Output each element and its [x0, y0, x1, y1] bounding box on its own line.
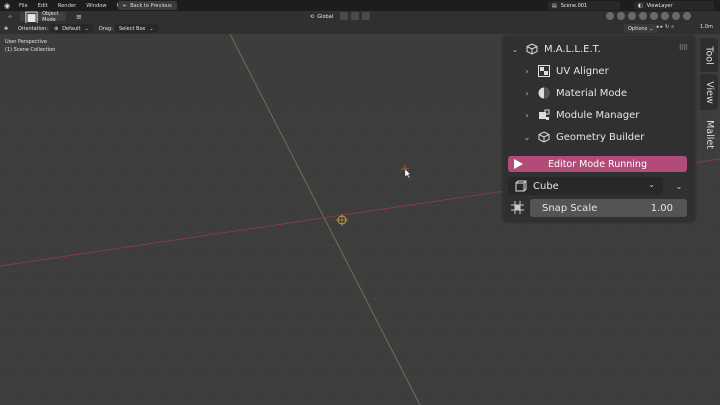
render-shading-icon[interactable] [683, 12, 691, 20]
zoom-icon[interactable]: ⌕ [671, 24, 674, 30]
module-icon [537, 109, 550, 122]
drag-label: Drag: [99, 25, 113, 32]
checker-icon [537, 65, 550, 78]
module-manager-label: Module Manager [556, 109, 640, 121]
visibility-icon[interactable] [606, 12, 614, 20]
geometry-type-value: Cube [533, 180, 559, 192]
blender-logo-icon[interactable]: ◉ [0, 2, 14, 10]
viewport-editor-icon: ⊹ [8, 13, 13, 20]
scene-selector[interactable]: ▤ Scene.001 [548, 1, 620, 10]
orientation-icon: ⟲ [310, 13, 315, 20]
options-dropdown[interactable]: Options ⌄ [624, 24, 658, 33]
chevron-down-icon: ⌄ [149, 25, 154, 32]
perspective-label: User Perspective [5, 39, 47, 45]
hamburger-icon: ≡ [76, 12, 82, 21]
drag-handle-icon[interactable]: ⠿⠿ [679, 44, 688, 52]
back-to-previous-label: Back to Previous [130, 2, 172, 9]
material-sphere-icon [537, 87, 550, 100]
chevron-down-icon: ⌄ [511, 44, 519, 54]
uv-aligner-subpanel[interactable]: › UV Aligner [503, 61, 695, 81]
drag-dropdown[interactable]: Select Box ⌄ [115, 24, 158, 33]
back-arrow-icon: ⇤ [123, 2, 128, 9]
refresh-icon[interactable]: ↻ [665, 24, 669, 30]
play-icon [514, 159, 523, 169]
mallet-panel-title: M.A.L.L.E.T. [544, 43, 601, 55]
geometry-type-dropdown[interactable]: Cube ⌄ [508, 177, 663, 195]
tab-mallet[interactable]: Mallet [700, 112, 718, 156]
editor-type-button[interactable]: ⊹ [4, 12, 16, 21]
chevron-down-icon: ⌄ [523, 132, 531, 142]
snap-scale-label: Snap Scale [542, 202, 598, 214]
prev-icon[interactable]: ◂ [656, 24, 659, 30]
snapping-tools [340, 12, 370, 20]
snap-scale-field[interactable]: Snap Scale 1.00 [530, 199, 687, 217]
snap-scale-value: 1.00 [650, 202, 673, 214]
material-shading-icon[interactable] [672, 12, 680, 20]
object-mode-label: Object Mode [42, 10, 59, 23]
geometry-expand-button[interactable]: ⌄ [671, 177, 687, 195]
orientation-setting-dropdown[interactable]: ⊕ Default ⌄ [50, 24, 93, 33]
orientation-default-value: Default [62, 25, 81, 32]
chevron-right-icon: › [525, 110, 529, 120]
proportional-edit-icon[interactable] [362, 12, 370, 20]
chevron-right-icon: › [525, 66, 529, 76]
options-label: Options [628, 25, 648, 32]
tool-settings-bar: ✥ Orientation: ⊕ Default ⌄ Drag: Select … [0, 23, 720, 34]
zoom-level: 1.0m [700, 24, 713, 30]
next-icon[interactable]: ▸ [661, 24, 664, 30]
back-to-previous-button[interactable]: ⇤ Back to Previous [118, 1, 177, 10]
chevron-right-icon: › [525, 88, 529, 98]
menu-render[interactable]: Render [53, 3, 81, 9]
chevron-down-icon: ⌄ [648, 180, 655, 189]
wireframe-shading-icon[interactable] [650, 12, 658, 20]
orientation-setting-label: Orientation: [18, 25, 48, 32]
object-mode-dropdown[interactable]: ▣ Object Mode [20, 7, 66, 26]
tab-mallet-label: Mallet [703, 119, 715, 149]
shading-mode-buttons [606, 12, 691, 20]
view-layer-name: ViewLayer [646, 2, 673, 9]
geometry-builder-label: Geometry Builder [556, 131, 645, 143]
view-layer-selector[interactable]: ◧ ViewLayer [634, 1, 714, 10]
menu-hamburger-button[interactable]: ≡ [72, 12, 86, 21]
editor-mode-running-button[interactable]: Editor Mode Running [508, 156, 687, 172]
transform-tool-icon[interactable]: ✥ [4, 24, 8, 33]
overlay-icon[interactable] [628, 12, 636, 20]
chevron-down-icon: ⌄ [84, 25, 89, 32]
tab-tool[interactable]: Tool [700, 38, 718, 72]
mallet-panel-header[interactable]: ⌄ M.A.L.L.E.T. [503, 40, 695, 58]
drag-value: Select Box [119, 25, 146, 32]
navigation-controls: ◂ ▸ ↻ ⌕ [656, 24, 674, 30]
xray-icon[interactable] [639, 12, 647, 20]
snap-icon[interactable] [351, 12, 359, 20]
pivot-icon[interactable] [340, 12, 348, 20]
snap-grid-icon [511, 201, 524, 214]
tab-tool-label: Tool [703, 45, 715, 65]
geometry-builder-subpanel[interactable]: ⌄ Geometry Builder [503, 127, 695, 147]
tab-view[interactable]: View [700, 74, 718, 110]
editor-mode-running-label: Editor Mode Running [548, 158, 647, 170]
scene-icon: ▤ [552, 2, 557, 9]
view-layer-icon: ◧ [638, 2, 643, 9]
cube-mesh-icon [537, 131, 550, 144]
tab-view-label: View [703, 80, 715, 104]
menu-window[interactable]: Window [81, 3, 111, 9]
orientation-default-icon: ⊕ [54, 25, 59, 32]
transform-orientation-dropdown[interactable]: ⟲ Global [306, 12, 337, 21]
cube-outline-icon [514, 180, 527, 193]
cube-outline-icon [525, 43, 538, 56]
uv-aligner-label: UV Aligner [556, 65, 609, 77]
material-mode-label: Material Mode [556, 87, 628, 99]
orientation-label: Global [317, 13, 334, 20]
scene-name: Scene.001 [560, 2, 588, 9]
solid-shading-icon[interactable] [661, 12, 669, 20]
gizmo-icon[interactable] [617, 12, 625, 20]
module-manager-subpanel[interactable]: › Module Manager [503, 105, 695, 125]
collection-label: (1) Scene Collection [5, 47, 56, 53]
snap-scale-row: Snap Scale 1.00 [508, 199, 687, 217]
material-mode-subpanel[interactable]: › Material Mode [503, 83, 695, 103]
chevron-down-icon: ⌄ [649, 25, 654, 32]
chevron-down-icon: ⌄ [675, 181, 683, 191]
